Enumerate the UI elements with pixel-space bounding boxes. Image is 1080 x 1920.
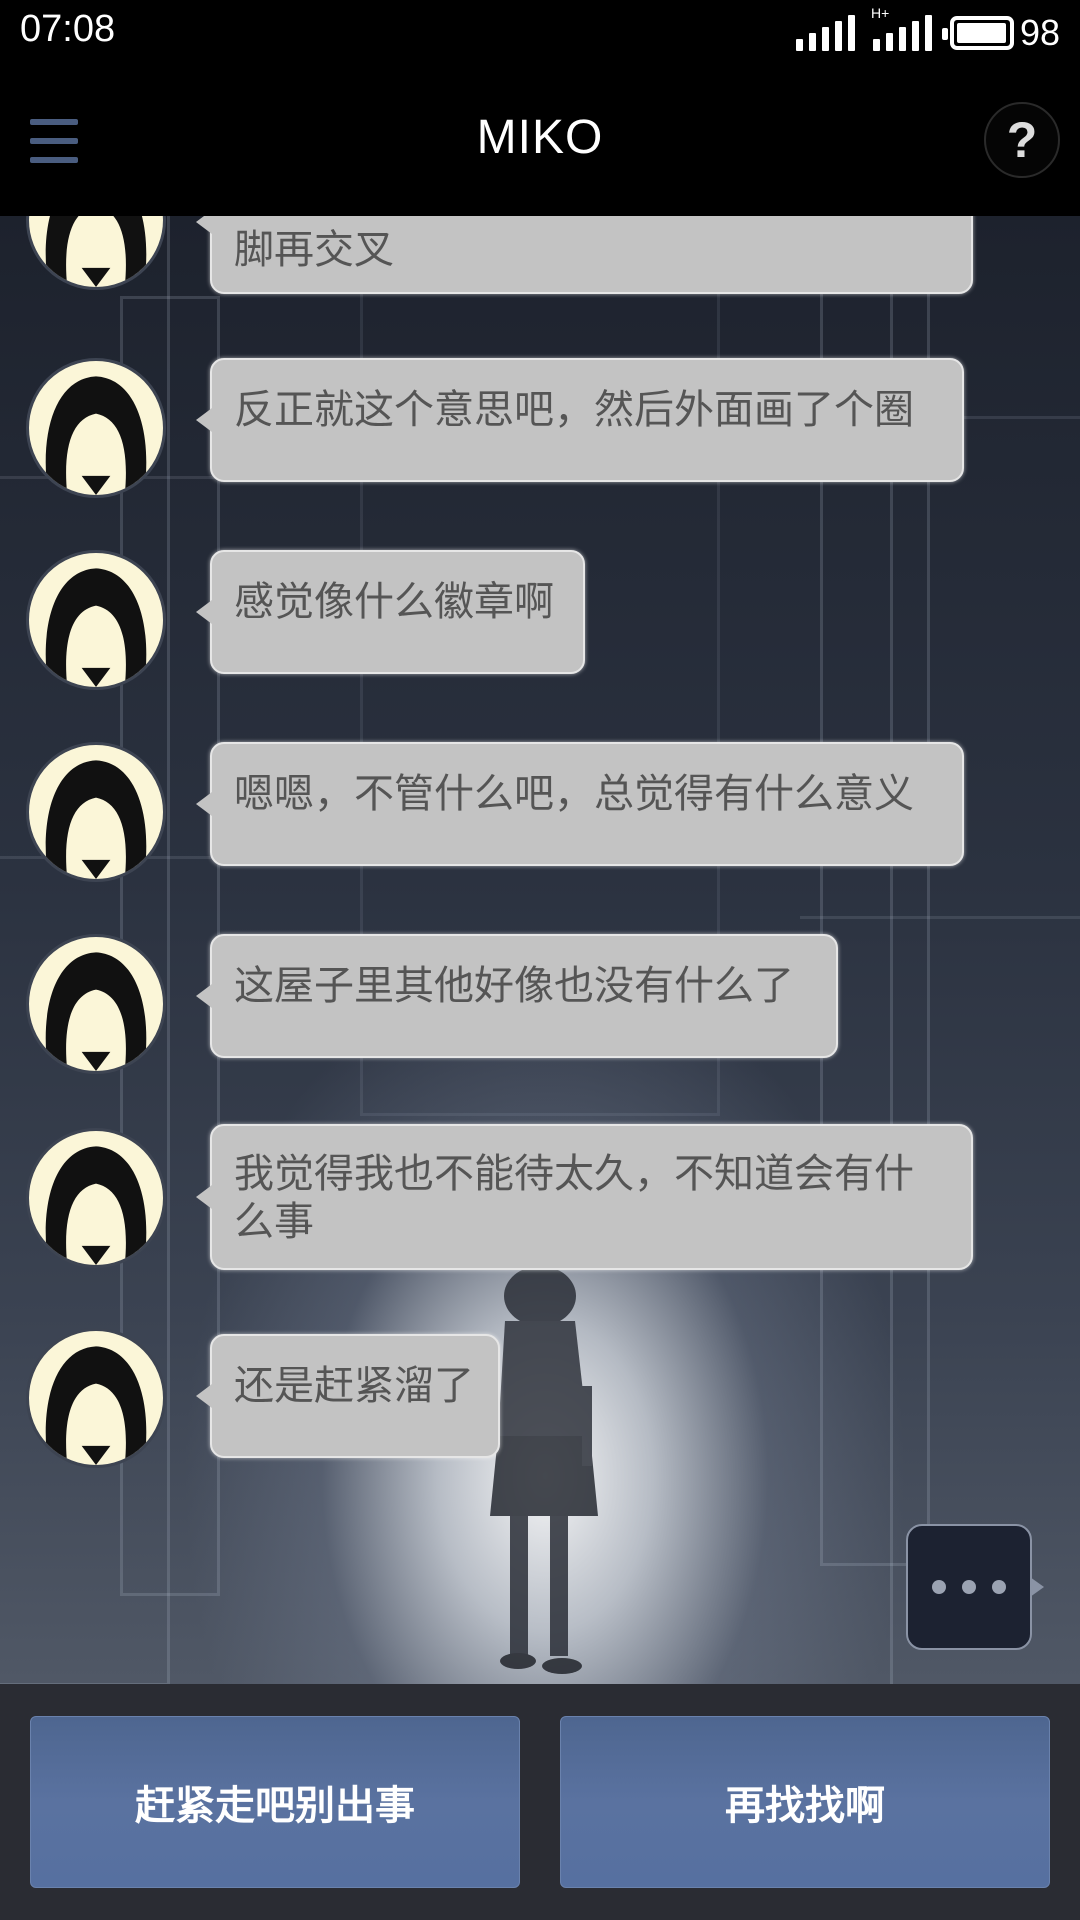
message-bubble: 反正就这个意思吧，然后外面画了个圈 [196, 358, 964, 482]
avatar[interactable] [26, 1328, 166, 1468]
status-icons: H+ 98 [795, 5, 1060, 56]
message-bubble: 还是赶紧溜了 [196, 1334, 500, 1458]
ellipsis-icon [932, 1580, 946, 1594]
battery-level: 98 [1019, 12, 1060, 53]
message-bubble: 我觉得我也不能待太久，不知道会有什么事 [196, 1124, 973, 1270]
avatar[interactable] [26, 1128, 166, 1268]
choice-bar: 赶紧走吧别出事 再找找啊 [0, 1684, 1080, 1920]
question-mark-icon: ? [1006, 112, 1038, 168]
choice-button-leave[interactable]: 赶紧走吧别出事 [30, 1716, 520, 1888]
avatar[interactable] [26, 550, 166, 690]
more-messages-button[interactable] [906, 1524, 1044, 1650]
avatar[interactable] [26, 934, 166, 1074]
battery-icon [941, 16, 1014, 50]
app-header: MIKO ? [0, 66, 1080, 216]
battery-indicator: 98 [941, 12, 1060, 54]
page-title: MIKO [476, 111, 604, 164]
message-bubble: 嗯嗯，不管什么吧，总觉得有什么意义 [196, 742, 964, 866]
status-time: 07:08 [20, 8, 116, 50]
girl-silhouette [490, 1266, 598, 1674]
ellipsis-icon [992, 1580, 1006, 1594]
help-button[interactable]: ? [984, 102, 1060, 178]
message-bubble: 感觉像什么徽章啊 [196, 550, 585, 674]
ellipsis-icon [962, 1580, 976, 1594]
game-screen: 07:08 H+ 98 MIKO ? 脚再交叉 反正就这个意思吧，然后外面画了个… [0, 0, 1080, 1920]
status-bar: 07:08 H+ 98 [0, 0, 1080, 66]
choice-button-search-again[interactable]: 再找找啊 [560, 1716, 1050, 1888]
mobile-data-signal-icon: H+ [871, 5, 932, 51]
avatar[interactable] [26, 742, 166, 882]
avatar[interactable] [26, 358, 166, 498]
background-line [800, 916, 1080, 919]
network-type-label: H+ [870, 5, 890, 21]
signal-icon [795, 15, 855, 51]
message-bubble: 这屋子里其他好像也没有什么了 [196, 934, 838, 1058]
